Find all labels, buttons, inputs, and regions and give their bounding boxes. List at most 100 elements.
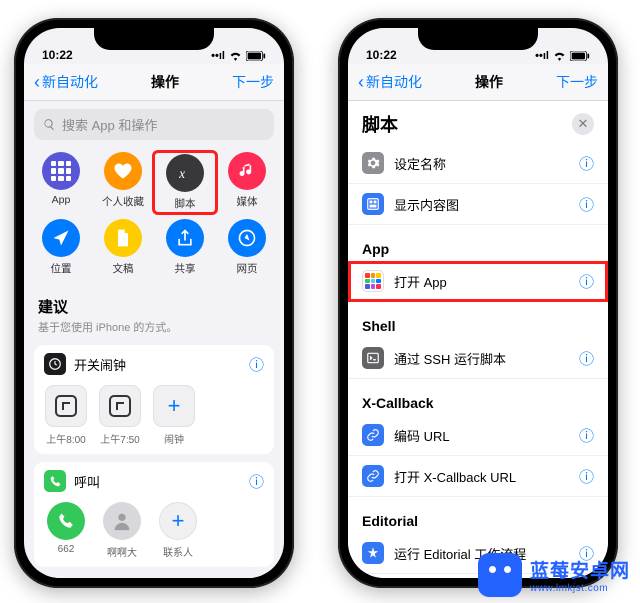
wifi-icon <box>553 51 566 61</box>
info-icon[interactable]: ⓘ <box>579 271 594 292</box>
clock-icon <box>99 385 141 427</box>
category-label: 脚本 <box>175 196 196 211</box>
group-header: Shell <box>348 302 608 338</box>
contact-label: 662 <box>58 544 75 555</box>
top-row-list: 设定名称 ⓘ 显示内容图 ⓘ <box>348 143 608 225</box>
watermark: 蓝莓安卓网 www.lmkjst.com <box>478 553 630 597</box>
status-time: 10:22 <box>42 48 73 62</box>
chevron-left-icon: ‹ <box>34 73 40 91</box>
action-row[interactable]: 显示内容图 ⓘ <box>348 184 608 225</box>
action-groups: App打开 AppⓘShell通过 SSH 运行脚本ⓘX-Callback编码 … <box>348 225 608 574</box>
watermark-name: 蓝莓安卓网 <box>530 556 630 583</box>
clock-app-icon <box>44 353 66 375</box>
back-button[interactable]: ‹ 新自动化 <box>34 72 98 92</box>
info-icon[interactable]: ⓘ <box>579 194 594 215</box>
phone-mockup-left: 10:22 ••ıl ‹ 新自动化 操作 下一步 搜索 App 和操作 <box>14 18 294 588</box>
contact-label: 啊啊大 <box>107 544 137 559</box>
row-label: 通过 SSH 运行脚本 <box>394 349 569 368</box>
contact-tile[interactable]: 啊啊大 <box>100 502 144 559</box>
tile-label: 上午7:50 <box>100 431 139 446</box>
xvar-icon: x <box>166 154 204 192</box>
chevron-left-icon: ‹ <box>358 73 364 91</box>
share-icon <box>166 219 204 257</box>
action-row[interactable]: 编码 URLⓘ <box>348 415 608 456</box>
add-icon: + <box>153 385 195 427</box>
next-button[interactable]: 下一步 <box>556 72 598 92</box>
group-header: Editorial <box>348 497 608 533</box>
terminal-icon <box>362 347 384 369</box>
status-indicators: ••ıl <box>535 50 590 62</box>
grid-icon <box>42 152 80 190</box>
category-music[interactable]: 媒体 <box>216 152 278 213</box>
alarm-tile[interactable]: 上午8:00 <box>44 385 88 446</box>
add-icon: + <box>159 502 197 540</box>
category-label: 个人收藏 <box>102 194 144 209</box>
watermark-url: www.lmkjst.com <box>530 583 630 594</box>
contact-tile[interactable]: + 联系人 <box>156 502 200 559</box>
category-compass[interactable]: 网页 <box>216 219 278 276</box>
heart-icon <box>104 152 142 190</box>
signal-icon: ••ıl <box>211 50 225 62</box>
category-xvar[interactable]: x 脚本 <box>154 152 216 213</box>
panel-title: 脚本 <box>362 111 398 137</box>
group-header: App <box>348 225 608 261</box>
alarm-tile[interactable]: 上午7:50 <box>98 385 142 446</box>
link-icon <box>362 465 384 487</box>
status-time: 10:22 <box>366 48 397 62</box>
music-icon <box>228 152 266 190</box>
search-icon <box>43 118 56 131</box>
action-row[interactable]: 打开 X-Callback URL ⓘ <box>348 456 608 497</box>
next-button[interactable]: 下一步 <box>232 72 274 92</box>
nav-icon <box>42 219 80 257</box>
phone-icon <box>47 502 85 540</box>
doc-icon <box>104 219 142 257</box>
row-label: 打开 X-Callback URL <box>394 467 569 486</box>
action-row[interactable]: 打开 Appⓘ <box>348 261 608 302</box>
category-label: App <box>52 194 71 206</box>
star-icon <box>362 542 384 564</box>
svg-text:x: x <box>178 166 185 181</box>
row-label: 设定名称 <box>394 154 569 173</box>
clock-icon <box>45 385 87 427</box>
contact-label: 联系人 <box>163 544 193 559</box>
nav-title: 操作 <box>475 72 503 92</box>
contact-tile[interactable]: 662 <box>44 502 88 559</box>
action-row[interactable]: 通过 SSH 运行脚本 ⓘ <box>348 338 608 379</box>
back-label: 新自动化 <box>42 72 98 92</box>
category-grid[interactable]: App <box>30 152 92 213</box>
signal-icon: ••ıl <box>535 50 549 62</box>
call-card[interactable]: 呼叫 ⓘ 662啊啊大+联系人 <box>34 462 274 567</box>
category-label: 共享 <box>175 261 196 276</box>
gear-icon <box>362 152 384 174</box>
search-input[interactable]: 搜索 App 和操作 <box>34 109 274 140</box>
info-icon[interactable]: ⓘ <box>579 153 594 174</box>
back-button[interactable]: ‹ 新自动化 <box>358 72 422 92</box>
search-placeholder: 搜索 App 和操作 <box>62 115 157 134</box>
close-button[interactable]: ✕ <box>572 113 594 135</box>
category-share[interactable]: 共享 <box>154 219 216 276</box>
watermark-logo <box>478 553 522 597</box>
back-label: 新自动化 <box>366 72 422 92</box>
category-nav[interactable]: 位置 <box>30 219 92 276</box>
category-heart[interactable]: 个人收藏 <box>92 152 154 213</box>
action-row[interactable]: 设定名称 ⓘ <box>348 143 608 184</box>
row-label: 显示内容图 <box>394 195 569 214</box>
alarm-card[interactable]: 开关闹钟 ⓘ 上午8:00上午7:50+闹钟 <box>34 345 274 454</box>
panel-header: 脚本 ✕ <box>348 101 608 143</box>
wifi-icon <box>229 51 242 61</box>
phone-app-icon <box>44 470 66 492</box>
category-label: 位置 <box>51 261 72 276</box>
info-icon[interactable]: ⓘ <box>249 471 264 492</box>
contact-tiles: 662 啊啊大 + 联系人 <box>44 502 264 559</box>
battery-icon <box>570 51 590 61</box>
info-icon[interactable]: ⓘ <box>579 348 594 369</box>
category-label: 文稿 <box>113 261 134 276</box>
status-indicators: ••ıl <box>211 50 266 62</box>
info-icon[interactable]: ⓘ <box>249 354 264 375</box>
info-icon[interactable]: ⓘ <box>579 466 594 487</box>
alarm-tile[interactable]: +闹钟 <box>152 385 196 446</box>
nav-bar: ‹ 新自动化 操作 下一步 <box>24 64 284 101</box>
category-doc[interactable]: 文稿 <box>92 219 154 276</box>
tile-label: 上午8:00 <box>46 431 85 446</box>
info-icon[interactable]: ⓘ <box>579 425 594 446</box>
